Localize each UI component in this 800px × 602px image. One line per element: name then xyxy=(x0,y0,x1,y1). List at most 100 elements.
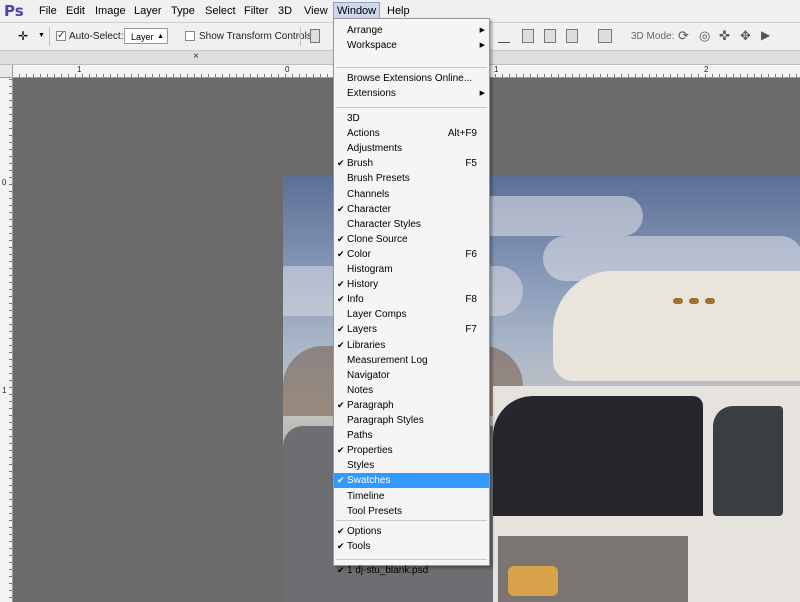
ruler-left[interactable]: 0 1 xyxy=(0,65,13,602)
3d-mode-label: 3D Mode: xyxy=(631,31,675,42)
3d-drag-icon[interactable]: ✜ xyxy=(719,28,730,44)
ruler-number: 0 xyxy=(2,178,7,187)
move-tool-icon[interactable]: ✛ xyxy=(18,29,28,43)
checkmark-icon: ✔ xyxy=(337,399,345,410)
menu-item-layer-comps[interactable]: Layer Comps xyxy=(334,307,489,322)
checkmark-icon: ✔ xyxy=(337,233,345,244)
ruler-number: 1 xyxy=(77,65,82,74)
transform-controls-label: Show Transform Controls xyxy=(199,31,312,42)
3d-slide-icon[interactable]: ✥ xyxy=(740,28,751,44)
menu-item-libraries[interactable]: ✔ Libraries xyxy=(334,338,489,353)
submenu-arrow-icon: ▶ xyxy=(479,27,485,34)
checkmark-icon: ✔ xyxy=(337,158,345,169)
chevron-down-icon[interactable]: ▼ xyxy=(38,32,45,39)
auto-select-label: Auto-Select: xyxy=(69,31,124,42)
checkmark-icon: ✔ xyxy=(337,565,345,575)
menu-item-workspace[interactable]: Workspace ▶ xyxy=(334,38,489,53)
menu-item-character[interactable]: ✔ Character xyxy=(334,202,489,217)
auto-select-target-dropdown[interactable]: Layer ▲ xyxy=(124,28,168,44)
menu-layer[interactable]: Layer xyxy=(131,3,165,19)
menu-item-swatches[interactable]: ✔ Swatches xyxy=(334,473,489,489)
align-hcenter-icon[interactable] xyxy=(544,29,556,43)
grip-icon xyxy=(6,29,12,43)
3d-roll-icon[interactable]: ◎ xyxy=(699,28,710,44)
menu-item-arrange[interactable]: Arrange ▶ xyxy=(334,23,489,38)
menu-item-label: Brush xyxy=(347,158,374,170)
checkmark-icon: ✔ xyxy=(337,203,345,214)
menu-item-notes[interactable]: Notes xyxy=(334,383,489,398)
align-left-icon[interactable] xyxy=(522,29,534,43)
menu-image[interactable]: Image xyxy=(92,3,129,19)
menu-item-label: Info xyxy=(347,294,364,306)
menu-item-extensions[interactable]: Extensions ▶ xyxy=(334,86,489,101)
menu-item-clone-source[interactable]: ✔ Clone Source xyxy=(334,232,489,247)
menu-item-actions[interactable]: Actions Alt+F9 xyxy=(334,126,489,141)
checkmark-icon: ✔ xyxy=(337,248,345,259)
menu-item-label: Color xyxy=(347,248,371,260)
dropdown-arrow-icon: ▲ xyxy=(157,33,164,40)
menu-item-label: Clone Source xyxy=(347,233,408,245)
menu-item-label: 1 dj-stu_blank.psd xyxy=(347,565,429,576)
menu-item-character-styles[interactable]: Character Styles xyxy=(334,217,489,232)
checkmark-icon: ✔ xyxy=(337,541,345,552)
checkmark-icon: ✔ xyxy=(337,526,345,536)
menu-item-history[interactable]: ✔ History xyxy=(334,277,489,292)
menu-item-channels[interactable]: Channels xyxy=(334,187,489,202)
menu-view[interactable]: View xyxy=(301,3,331,19)
3d-scale-icon[interactable]: ▶ xyxy=(761,28,770,42)
menu-item-info[interactable]: ✔ Info F8 xyxy=(334,292,489,307)
3d-rotate-icon[interactable]: ⟳ xyxy=(678,28,689,44)
menu-item-shortcut: F8 xyxy=(465,294,477,306)
menu-item-paths[interactable]: Paths xyxy=(334,428,489,443)
submenu-arrow-icon: ▶ xyxy=(479,90,485,98)
menu-item-label: Adjustments xyxy=(347,143,403,155)
menu-item-tools[interactable]: ✔ Tools xyxy=(334,539,489,554)
menu-3d[interactable]: 3D xyxy=(275,3,295,19)
menu-item-timeline[interactable]: Timeline xyxy=(334,489,489,504)
menu-item-label: Channels xyxy=(347,188,390,200)
menu-item-navigator[interactable]: Navigator xyxy=(334,368,489,383)
align-right-icon[interactable] xyxy=(566,29,578,43)
menu-item-color[interactable]: ✔ Color F6 xyxy=(334,247,489,262)
menu-item-styles[interactable]: Styles xyxy=(334,458,489,473)
menu-item-layers[interactable]: ✔ Layers F7 xyxy=(334,322,489,337)
menu-item-paragraph[interactable]: ✔ Paragraph xyxy=(334,398,489,413)
checkmark-icon: ✔ xyxy=(337,324,345,335)
menu-item-label: Paragraph Styles xyxy=(347,415,424,426)
separator xyxy=(49,27,50,46)
close-icon[interactable]: × xyxy=(193,51,199,62)
menu-item-histogram[interactable]: Histogram xyxy=(334,262,489,277)
menu-item-3d[interactable]: 3D xyxy=(334,111,489,126)
checkmark-icon: ✔ xyxy=(337,445,345,456)
marker-lights xyxy=(673,295,721,307)
menu-item-label: Histogram xyxy=(347,264,393,275)
auto-align-icon[interactable] xyxy=(598,29,612,43)
auto-select-checkbox[interactable]: ✓ xyxy=(56,31,66,41)
menu-type[interactable]: Type xyxy=(168,3,198,19)
menu-item-measurement-log[interactable]: Measurement Log xyxy=(334,353,489,368)
menu-item-paragraph-styles[interactable]: Paragraph Styles xyxy=(334,413,489,428)
menu-edit[interactable]: Edit xyxy=(63,3,88,19)
menu-filter[interactable]: Filter xyxy=(241,3,271,19)
menu-item-options[interactable]: ✔ Options xyxy=(334,524,489,539)
menu-file[interactable]: File xyxy=(36,3,60,19)
menu-item-properties[interactable]: ✔ Properties xyxy=(334,443,489,458)
ruler-origin[interactable] xyxy=(0,65,13,78)
menu-item-adjustments[interactable]: Adjustments xyxy=(334,141,489,156)
menu-item-1-dj-stu-blank-psd[interactable]: ✔ 1 dj-stu_blank.psd xyxy=(334,563,489,578)
windshield xyxy=(493,396,703,516)
menu-item-brush[interactable]: ✔ Brush F5 xyxy=(334,156,489,171)
menu-select[interactable]: Select xyxy=(202,3,239,19)
align-top-icon[interactable] xyxy=(310,29,320,43)
align-bottom-icon[interactable] xyxy=(498,29,510,43)
checkmark-icon: ✔ xyxy=(337,475,345,486)
menu-item-tool-presets[interactable]: Tool Presets xyxy=(334,504,489,519)
transform-controls-checkbox[interactable] xyxy=(185,31,195,41)
menu-separator xyxy=(336,107,487,108)
menu-item-label: Workspace xyxy=(347,40,397,52)
menu-item-browse-extensions-online[interactable]: Browse Extensions Online... xyxy=(334,71,489,86)
menu-item-label: Measurement Log xyxy=(347,354,428,366)
menu-help[interactable]: Help xyxy=(384,3,413,19)
menu-item-brush-presets[interactable]: Brush Presets xyxy=(334,171,489,186)
menu-item-shortcut: F7 xyxy=(465,324,477,336)
